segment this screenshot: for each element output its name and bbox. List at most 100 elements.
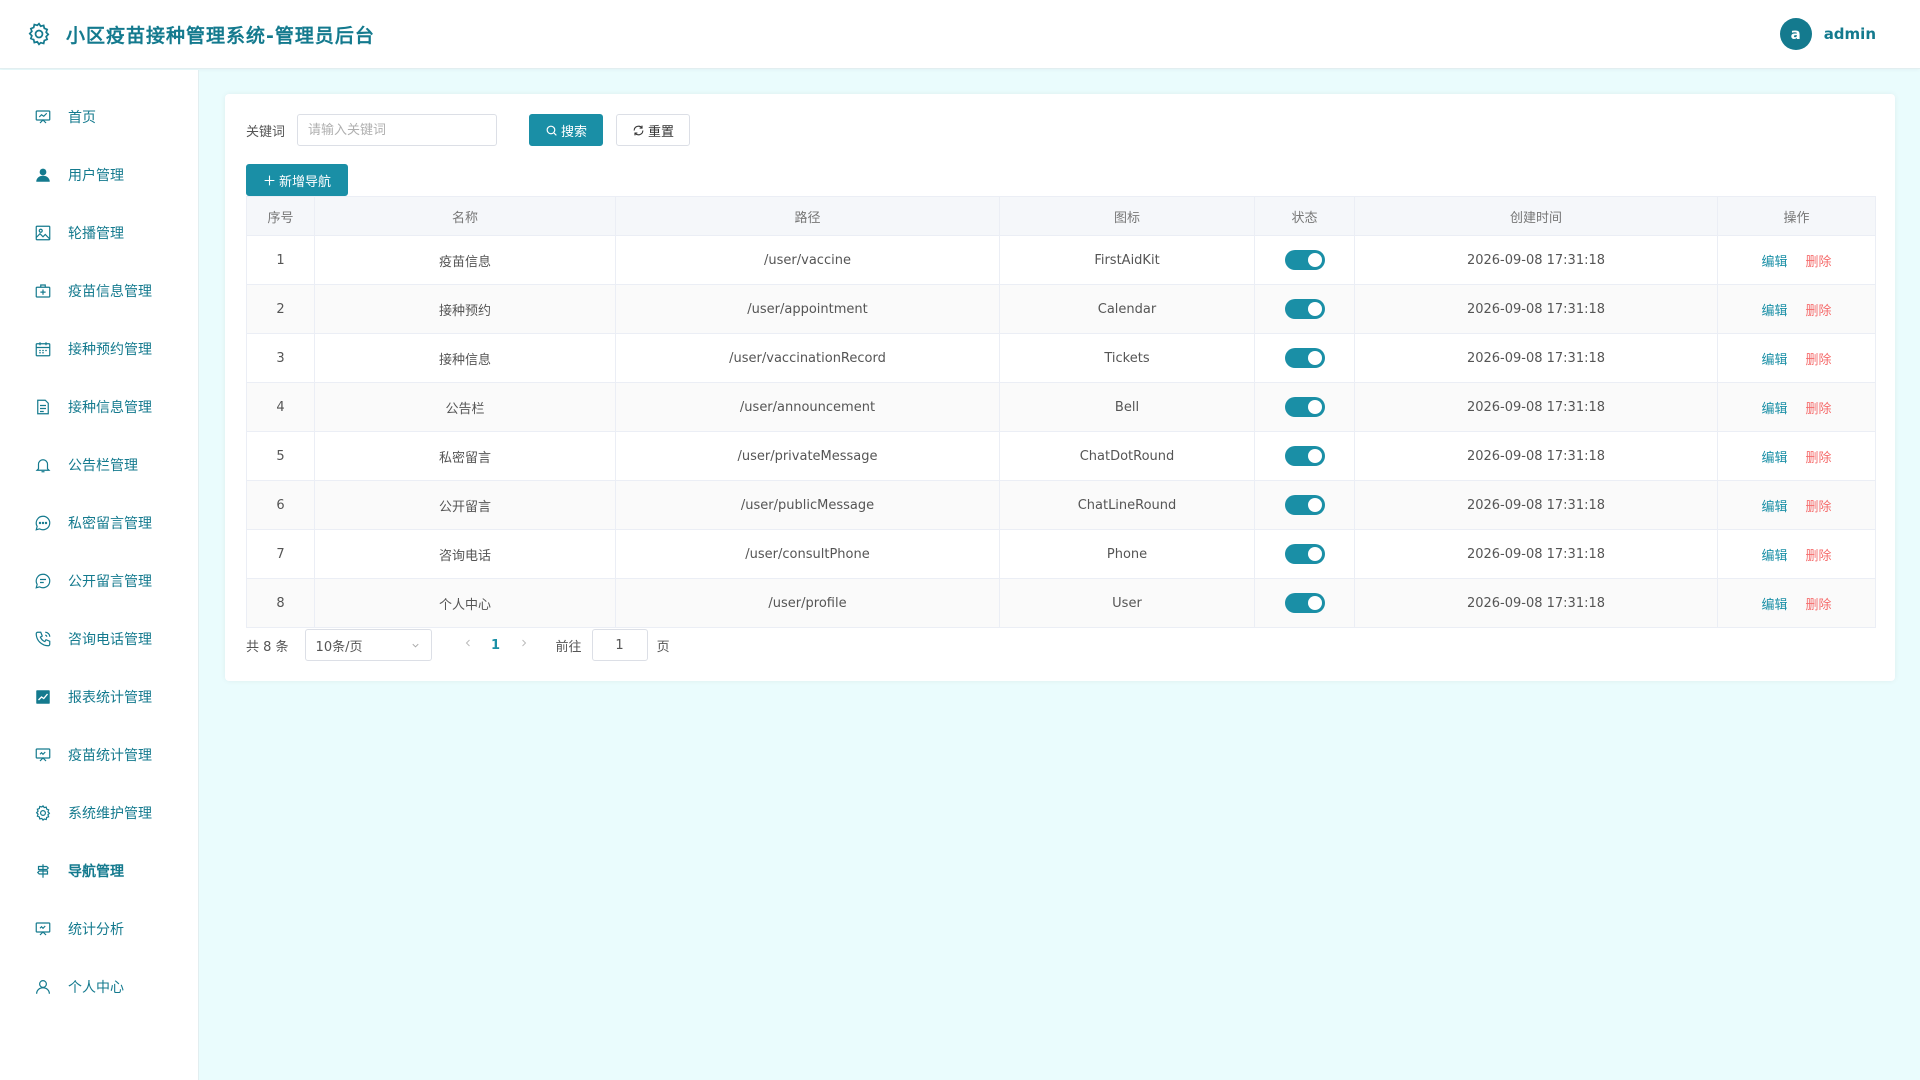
edit-button[interactable]: 编辑 [1761, 500, 1787, 515]
sidebar-item-home[interactable]: 首页 [0, 88, 198, 146]
status-toggle[interactable] [1284, 593, 1325, 613]
cell-created: 2026-09-08 17:31:18 [1354, 333, 1718, 383]
refresh-icon [633, 125, 644, 135]
chevron-down-icon [411, 643, 419, 648]
page-size-select[interactable]: 10条/页 [304, 629, 432, 661]
cell-icon: Phone [999, 529, 1255, 579]
sidebar-item-vaccination-record[interactable]: 接种信息管理 [0, 378, 198, 436]
edit-button[interactable]: 编辑 [1761, 255, 1787, 270]
toggle-knob [1307, 498, 1322, 512]
delete-button[interactable]: 删除 [1806, 255, 1832, 270]
delete-button[interactable]: 删除 [1806, 353, 1832, 368]
cell-created: 2026-09-08 17:31:18 [1354, 284, 1718, 334]
sidebar-item-label: 私密留言管理 [68, 516, 152, 532]
cell-icon: Calendar [999, 284, 1255, 334]
table-row: 7 咨询电话 /user/consultPhone Phone 2026-09-… [246, 529, 1876, 579]
table-row: 8 个人中心 /user/profile User 2026-09-08 17:… [246, 578, 1876, 628]
reset-button[interactable]: 重置 [616, 114, 691, 146]
cell-name: 接种预约 [314, 284, 616, 334]
page-number[interactable]: 1 [480, 638, 512, 653]
user-icon [34, 978, 52, 996]
avatar[interactable]: a [1779, 18, 1812, 50]
sidebar-item-users[interactable]: 用户管理 [0, 146, 198, 204]
sidebar-item-private-message[interactable]: 私密留言管理 [0, 494, 198, 552]
cell-name: 私密留言 [314, 431, 616, 481]
search-button-label: 搜索 [561, 124, 588, 140]
cell-status [1254, 284, 1355, 334]
cell-icon: Bell [999, 382, 1255, 432]
table-header-row: 序号 名称 路径 图标 状态 创建时间 操作 [246, 196, 1876, 236]
delete-button[interactable]: 删除 [1806, 451, 1832, 466]
sidebar-item-label: 报表统计管理 [68, 690, 152, 706]
sidebar-item-profile[interactable]: 个人中心 [0, 958, 198, 1016]
sidebar-item-announcement[interactable]: 公告栏管理 [0, 436, 198, 494]
sidebar-item-public-message[interactable]: 公开留言管理 [0, 552, 198, 610]
chat-dot-icon [34, 514, 52, 532]
status-toggle[interactable] [1284, 299, 1325, 319]
goto-page-input[interactable] [591, 629, 648, 661]
username[interactable]: admin [1824, 25, 1876, 43]
cell-created: 2026-09-08 17:31:18 [1354, 480, 1718, 530]
delete-button[interactable]: 删除 [1806, 549, 1832, 564]
sidebar-item-report[interactable]: 报表统计管理 [0, 668, 198, 726]
sidebar-item-label: 轮播管理 [68, 226, 124, 242]
edit-button[interactable]: 编辑 [1761, 304, 1787, 319]
cell-icon: ChatDotRound [999, 431, 1255, 481]
sidebar-item-vaccine[interactable]: 疫苗信息管理 [0, 262, 198, 320]
sidebar-item-label: 接种预约管理 [68, 342, 152, 358]
gear-icon [26, 21, 52, 47]
sidebar-item-system[interactable]: 系统维护管理 [0, 784, 198, 842]
status-toggle[interactable] [1284, 397, 1325, 417]
delete-button[interactable]: 删除 [1806, 500, 1832, 515]
sidebar-item-vaccine-stats[interactable]: 疫苗统计管理 [0, 726, 198, 784]
table-row: 5 私密留言 /user/privateMessage ChatDotRound… [246, 431, 1876, 481]
user-menu[interactable]: a admin [1779, 18, 1876, 50]
table-row: 2 接种预约 /user/appointment Calendar 2026-0… [246, 284, 1876, 334]
plus-icon [264, 175, 275, 185]
status-toggle[interactable] [1284, 250, 1325, 270]
column-header: 图标 [999, 196, 1255, 236]
sidebar-item-consult-phone[interactable]: 咨询电话管理 [0, 610, 198, 668]
table-row: 4 公告栏 /user/announcement Bell 2026-09-08… [246, 382, 1876, 432]
presentation-icon [34, 746, 52, 764]
sidebar-item-analytics[interactable]: 统计分析 [0, 900, 198, 958]
app-title: 小区疫苗接种管理系统-管理员后台 [66, 24, 375, 47]
delete-button[interactable]: 删除 [1806, 598, 1832, 613]
cell-created: 2026-09-08 17:31:18 [1354, 235, 1718, 285]
cell-icon: User [999, 578, 1255, 628]
cell-path: /user/appointment [615, 284, 1000, 334]
status-toggle[interactable] [1284, 446, 1325, 466]
next-page-button[interactable] [512, 637, 536, 653]
edit-button[interactable]: 编辑 [1761, 353, 1787, 368]
cell-index: 3 [246, 333, 315, 383]
edit-button[interactable]: 编辑 [1761, 598, 1787, 613]
status-toggle[interactable] [1284, 544, 1325, 564]
sidebar-item-appointment[interactable]: 接种预约管理 [0, 320, 198, 378]
chat-line-icon [34, 572, 52, 590]
cell-icon: FirstAidKit [999, 235, 1255, 285]
prev-page-button[interactable] [456, 637, 480, 653]
status-toggle[interactable] [1284, 495, 1325, 515]
cell-path: /user/profile [615, 578, 1000, 628]
toggle-knob [1307, 449, 1322, 463]
keyword-input[interactable] [297, 114, 498, 146]
status-toggle[interactable] [1284, 348, 1325, 368]
guide-icon [34, 862, 52, 880]
picture-icon [34, 224, 52, 242]
search-button[interactable]: 搜索 [529, 114, 604, 146]
delete-button[interactable]: 删除 [1806, 402, 1832, 417]
cell-status [1254, 382, 1355, 432]
add-navigation-button[interactable]: 新增导航 [246, 164, 348, 196]
edit-button[interactable]: 编辑 [1761, 402, 1787, 417]
column-header: 序号 [246, 196, 315, 236]
edit-button[interactable]: 编辑 [1761, 549, 1787, 564]
delete-button[interactable]: 删除 [1806, 304, 1832, 319]
sidebar-item-carousel[interactable]: 轮播管理 [0, 204, 198, 262]
cell-actions: 编辑 删除 [1717, 578, 1876, 628]
page-suffix: 页 [656, 639, 670, 655]
first-aid-kit-icon [34, 282, 52, 300]
sidebar-item-label: 用户管理 [68, 168, 124, 184]
sidebar-item-navigation[interactable]: 导航管理 [0, 842, 198, 900]
edit-button[interactable]: 编辑 [1761, 451, 1787, 466]
cell-created: 2026-09-08 17:31:18 [1354, 431, 1718, 481]
